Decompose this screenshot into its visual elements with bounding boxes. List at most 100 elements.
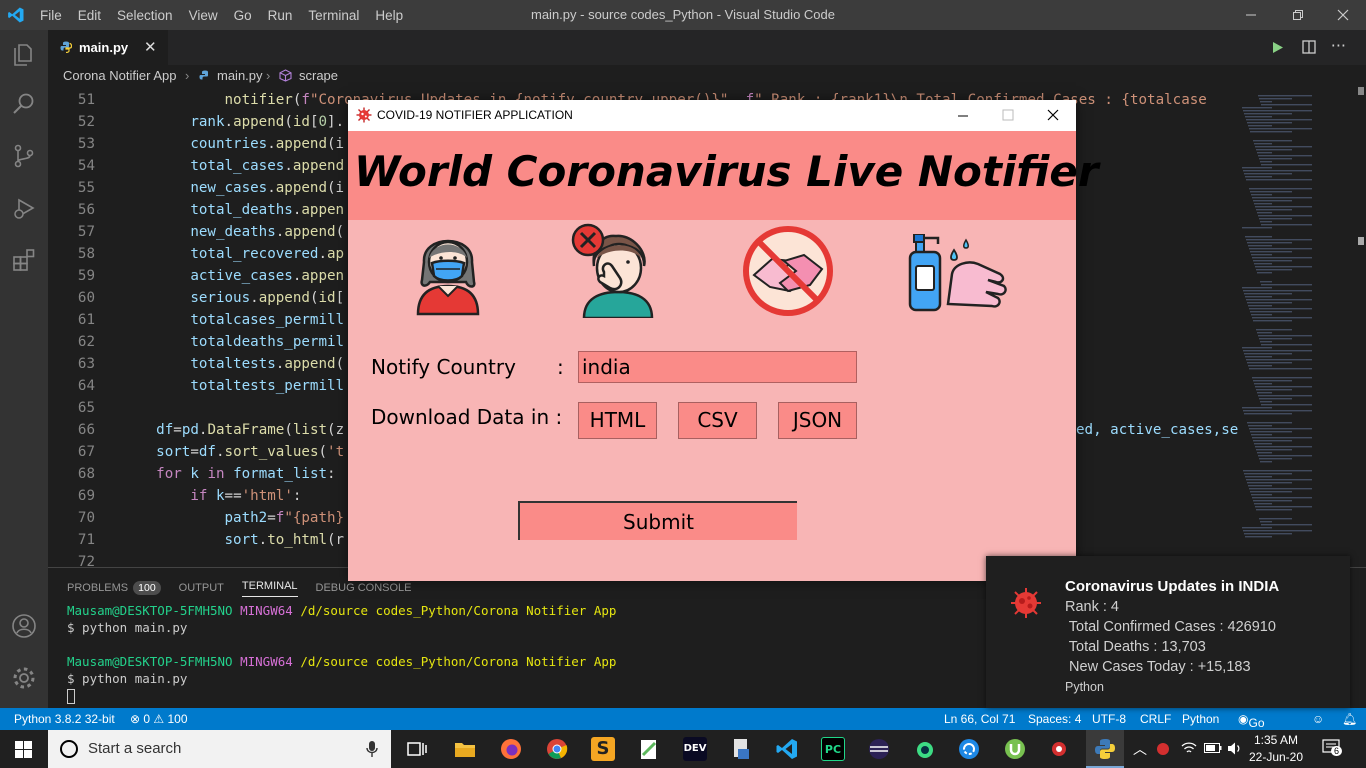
menu-selection[interactable]: Selection [109, 8, 181, 23]
status-problems[interactable]: ⊗ 0 ⚠ 100 [130, 712, 188, 726]
notifications-bell-icon[interactable]: 🔔︎ [1342, 712, 1357, 726]
tab-terminal[interactable]: TERMINAL [241, 579, 298, 597]
battery-icon[interactable] [1204, 742, 1222, 754]
line-number: 56 [77, 202, 95, 218]
terminal-user: Mausam@DESKTOP-5FMH5NO [67, 603, 233, 618]
csv-format-button[interactable]: CSV [678, 402, 757, 439]
restore-button[interactable] [1275, 0, 1321, 30]
settings-gear-icon[interactable] [10, 664, 38, 692]
toast-new-cases: New Cases Today : +15,183 [1065, 659, 1251, 675]
app-banner-title: World Coronavirus Live Notifier [354, 147, 1099, 196]
html-format-button[interactable]: HTML [578, 402, 657, 439]
menu-edit[interactable]: Edit [70, 8, 109, 23]
menu-go[interactable]: Go [226, 8, 260, 23]
menu-file[interactable]: File [32, 8, 70, 23]
extensions-icon[interactable] [10, 246, 38, 274]
dev-cpp-icon[interactable]: DEV [683, 737, 707, 761]
status-position[interactable]: Ln 66, Col 71 [944, 712, 1015, 726]
status-encoding[interactable]: UTF-8 [1092, 712, 1126, 726]
run-debug-icon[interactable] [10, 194, 38, 222]
android-studio-icon[interactable] [913, 737, 937, 761]
more-actions-icon[interactable]: ··· [1331, 36, 1346, 55]
account-icon[interactable] [10, 612, 38, 640]
submit-button[interactable]: Submit [518, 501, 797, 540]
virus-app-icon[interactable] [1047, 737, 1071, 761]
source-control-icon[interactable] [10, 142, 38, 170]
tab-close-icon[interactable]: ✕ [144, 38, 157, 56]
volume-icon[interactable] [1227, 741, 1243, 756]
menu-view[interactable]: View [181, 8, 226, 23]
status-spaces[interactable]: Spaces: 4 [1028, 712, 1081, 726]
breadcrumb-folder[interactable]: Corona Notifier App [63, 68, 176, 83]
tab-main-py[interactable]: main.py ✕ [48, 30, 168, 65]
explorer-icon[interactable] [10, 40, 38, 68]
panel-tabs: PROBLEMS 100 OUTPUT TERMINAL DEBUG CONSOL… [67, 579, 430, 597]
windows-start-icon[interactable] [15, 741, 32, 758]
app-maximize-icon[interactable] [1002, 109, 1014, 121]
windows-taskbar: Start a search S DEV PC ︿ 1:35 AM 22-Jun… [0, 730, 1366, 768]
eclipse-icon[interactable] [867, 737, 891, 761]
terminal-shell: MINGW64 [240, 654, 293, 669]
breadcrumb-file[interactable]: main.py [217, 68, 263, 83]
task-view-icon[interactable] [405, 737, 429, 761]
notepad-plus-icon[interactable] [637, 737, 661, 761]
action-center-button[interactable]: 6 [1322, 739, 1343, 757]
toast-source: Python [1065, 680, 1104, 694]
toast-total-deaths: Total Deaths : 13,703 [1065, 639, 1206, 655]
sublime-text-icon[interactable]: S [591, 737, 615, 761]
status-go-live[interactable]: ◉ Go Live [1238, 712, 1271, 744]
terminal-cursor[interactable] [67, 689, 75, 704]
run-python-icon[interactable] [1272, 41, 1284, 54]
microphone-icon[interactable] [366, 740, 378, 758]
breadcrumb-symbol[interactable]: scrape [299, 68, 338, 83]
tab-output[interactable]: OUTPUT [179, 579, 224, 597]
activity-bar [0, 30, 48, 708]
terminal-command: $ python main.py [67, 671, 188, 686]
line-number: 57 [77, 224, 95, 240]
status-language[interactable]: Python [1182, 712, 1219, 726]
code-text: path2=f"{path} [224, 510, 345, 526]
line-number: 71 [77, 532, 95, 548]
country-input[interactable]: india [578, 351, 857, 383]
taskbar-search-box[interactable]: Start a search [48, 730, 391, 768]
menu-run[interactable]: Run [260, 8, 301, 23]
firefox-icon[interactable] [499, 737, 523, 761]
minimize-button[interactable] [1228, 0, 1274, 30]
line-number: 65 [77, 400, 95, 416]
tray-virus-icon[interactable] [1156, 742, 1170, 756]
app-banner: World Coronavirus Live Notifier [348, 131, 1099, 220]
line-number: 60 [77, 290, 95, 306]
close-button[interactable] [1320, 0, 1366, 30]
taskbar-search-placeholder: Start a search [88, 740, 182, 757]
taskbar-clock[interactable]: 1:35 AM 22-Jun-20 [1248, 732, 1304, 766]
editor-scrollbar[interactable] [1356, 87, 1366, 567]
code-text: total_deaths.appen [190, 202, 345, 218]
app-close-icon[interactable] [1047, 109, 1059, 121]
file-explorer-icon[interactable] [453, 737, 477, 761]
app-minimize-icon[interactable] [957, 111, 969, 121]
line-number: 68 [77, 466, 95, 482]
menu-help[interactable]: Help [367, 8, 411, 23]
tab-problems[interactable]: PROBLEMS 100 [67, 579, 161, 597]
split-editor-icon[interactable] [1302, 40, 1316, 54]
python-taskbar-button[interactable] [1086, 730, 1124, 768]
status-eol[interactable]: CRLF [1140, 712, 1171, 726]
vscode-taskbar-icon[interactable] [775, 737, 799, 761]
chevron-up-icon[interactable]: ︿ [1133, 739, 1147, 759]
python-icon [1095, 739, 1115, 759]
utorrent-icon[interactable] [1003, 737, 1027, 761]
pycharm-icon[interactable]: PC [821, 737, 845, 761]
tab-debug-console[interactable]: DEBUG CONSOLE [316, 579, 412, 597]
chrome-icon[interactable] [545, 737, 569, 761]
code-text: sort.to_html(r [224, 532, 345, 548]
sync-app-icon[interactable] [957, 737, 981, 761]
status-interpreter[interactable]: Python 3.8.2 32-bit [14, 712, 115, 726]
feedback-icon[interactable]: ☺ [1312, 712, 1324, 726]
toast-notification[interactable]: Coronavirus Updates in INDIA Rank : 4 To… [986, 556, 1350, 708]
json-format-button[interactable]: JSON [778, 402, 857, 439]
menu-terminal[interactable]: Terminal [300, 8, 367, 23]
document-app-icon[interactable] [729, 737, 753, 761]
search-icon[interactable] [10, 90, 38, 118]
wifi-icon[interactable] [1181, 741, 1197, 755]
minimap[interactable] [1238, 87, 1356, 567]
